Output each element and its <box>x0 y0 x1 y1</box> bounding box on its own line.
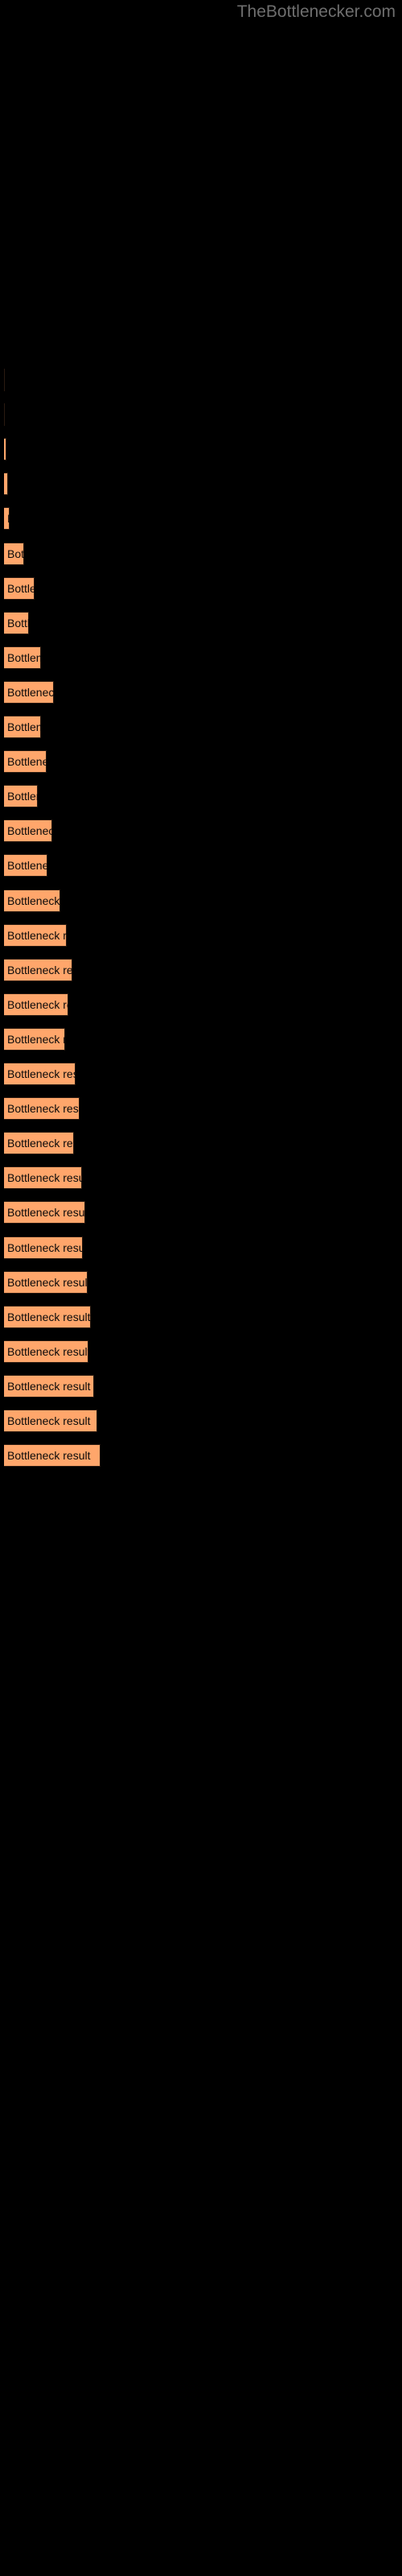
bar-row: Bottleneck result <box>0 1305 402 1328</box>
bar-label: Bottleneck result <box>7 581 35 595</box>
bar-label: Bottleneck result <box>7 1275 88 1289</box>
bar-row: Bottleneck result <box>0 1270 402 1294</box>
bar-row: Bottleneck result <box>0 1097 402 1121</box>
bar-row: Bottleneck result <box>0 716 402 738</box>
bar-label: Bottleneck result <box>7 894 60 907</box>
bar-row: Bottleneck result <box>0 750 402 774</box>
bar-label-clip: Bottleneck result <box>4 1236 83 1259</box>
bar-row: Bottleneck result <box>0 438 402 461</box>
bar-row: Bottleneck result <box>0 403 402 427</box>
bar-label-clip: Bottleneck result <box>4 1097 80 1120</box>
bar-label-clip: Bottleneck result <box>4 1410 97 1432</box>
bar-label-clip: Bottleneck result <box>4 819 52 842</box>
bar-row: Bottleneck result <box>0 1340 402 1363</box>
bar-row: Bottleneck result <box>0 1201 402 1224</box>
bar-label-clip: Bottleneck result <box>4 681 54 704</box>
bar-label-clip: Bottleneck result <box>4 646 41 669</box>
bar-row: Bottleneck result <box>0 958 402 981</box>
bar-row: Bottleneck result <box>0 473 402 496</box>
bar-label-clip: Bottleneck result <box>4 543 24 565</box>
bar-row: Bottleneck result <box>0 1374 402 1397</box>
bar-label-clip: Bottleneck result <box>4 1132 74 1154</box>
bar-label-clip: Bottleneck result <box>4 993 68 1016</box>
bar-label: Bottleneck result <box>7 1102 80 1116</box>
bottleneck-chart-page: TheBottlenecker.com Bottleneck resultBot… <box>0 0 402 2576</box>
bar-label: Bottleneck result <box>7 1344 88 1358</box>
bar-label: Bottleneck result <box>7 859 47 873</box>
bar-row: Bottleneck result <box>0 1410 402 1432</box>
bar-label: Bottleneck result <box>7 507 10 530</box>
bar-label: Bottleneck result <box>7 963 72 976</box>
bar-label: Bottleneck result <box>7 824 52 838</box>
bar-label: Bottleneck result <box>7 790 38 803</box>
bar-label-clip: Bottleneck result <box>4 403 5 426</box>
bar-label-clip: Bottleneck result <box>4 577 35 600</box>
bar-label-clip: Bottleneck result <box>4 890 60 912</box>
bar-label: Bottleneck result <box>7 473 8 495</box>
bar-label-clip: Bottleneck result <box>4 1166 82 1189</box>
bar-label: Bottleneck result <box>7 1310 91 1323</box>
bar-label: Bottleneck result <box>7 650 41 664</box>
bar-row: Bottleneck result <box>0 646 402 669</box>
bar-label-clip: Bottleneck result <box>4 785 38 807</box>
bar-label: Bottleneck result <box>7 1137 74 1150</box>
bar-label: Bottleneck result <box>7 1379 91 1393</box>
bar-label-clip: Bottleneck result <box>4 1028 65 1051</box>
bar-row: Bottleneck result <box>0 611 402 634</box>
bar-label: Bottleneck result <box>7 997 68 1011</box>
bar-label-clip: Bottleneck result <box>4 438 6 460</box>
bar-row: Bottleneck result <box>0 889 402 912</box>
bar-row: Bottleneck result <box>0 1027 402 1051</box>
bar-label-clip: Bottleneck result <box>4 716 41 738</box>
bar-row: Bottleneck result <box>0 993 402 1016</box>
bar-label: Bottleneck result <box>7 1032 65 1046</box>
bar-label-clip: Bottleneck result <box>4 854 47 877</box>
bar-label-clip: Bottleneck result <box>4 473 8 495</box>
bar-label: Bottleneck result <box>7 755 47 769</box>
bar-label-clip: Bottleneck result <box>4 369 5 391</box>
bar-label: Bottleneck result <box>7 616 29 630</box>
bar-label-clip: Bottleneck result <box>4 1340 88 1363</box>
bar-row: Bottleneck result <box>0 507 402 530</box>
bar-label-clip: Bottleneck result <box>4 1063 76 1085</box>
bar-label-clip: Bottleneck result <box>4 1444 100 1467</box>
bar-label: Bottleneck result <box>7 1414 91 1427</box>
bar-label: Bottleneck result <box>7 928 67 942</box>
bar-label-clip: Bottleneck result <box>4 959 72 981</box>
bar-label-clip: Bottleneck result <box>4 507 10 530</box>
bar-row: Bottleneck result <box>0 1063 402 1085</box>
bar-label: Bottleneck result <box>7 720 41 733</box>
bar-label-clip: Bottleneck result <box>4 750 47 773</box>
bar-row: Bottleneck result <box>0 854 402 877</box>
bar-row: Bottleneck result <box>0 819 402 843</box>
bar-label: Bottleneck result <box>7 685 54 699</box>
bar-label: Bottleneck result <box>7 1449 91 1463</box>
bar-label-clip: Bottleneck result <box>4 1271 88 1294</box>
bar-label-clip: Bottleneck result <box>4 1201 85 1224</box>
bar-chart-plot-area: Bottleneck result Bottleneck result Bottle… <box>0 0 402 2576</box>
bar-label: Bottleneck result <box>7 1171 82 1185</box>
bar-row: Bottleneck result <box>0 1444 402 1468</box>
bar-label-clip: Bottleneck result <box>4 612 29 634</box>
bar-row: Bottleneck result <box>0 680 402 704</box>
bar-row: Bottleneck result <box>0 923 402 947</box>
bar-label-clip: Bottleneck result <box>4 1375 94 1397</box>
bar-label: Bottleneck result <box>7 1206 85 1220</box>
bar-row: Bottleneck result <box>0 576 402 600</box>
bar-row: Bottleneck result <box>0 785 402 808</box>
bar-row: Bottleneck result <box>0 369 402 391</box>
bar-row: Bottleneck result <box>0 542 402 565</box>
bar-row: Bottleneck result <box>0 1236 402 1259</box>
bar-label: Bottleneck result <box>7 1241 83 1254</box>
bar-row: Bottleneck result <box>0 1166 402 1190</box>
bar-label-clip: Bottleneck result <box>4 924 67 947</box>
bar-label: Bottleneck result <box>7 1067 76 1080</box>
bar-label-clip: Bottleneck result <box>4 1306 91 1328</box>
bar-row: Bottleneck result <box>0 1132 402 1155</box>
bar-label: Bottleneck result <box>7 547 24 560</box>
